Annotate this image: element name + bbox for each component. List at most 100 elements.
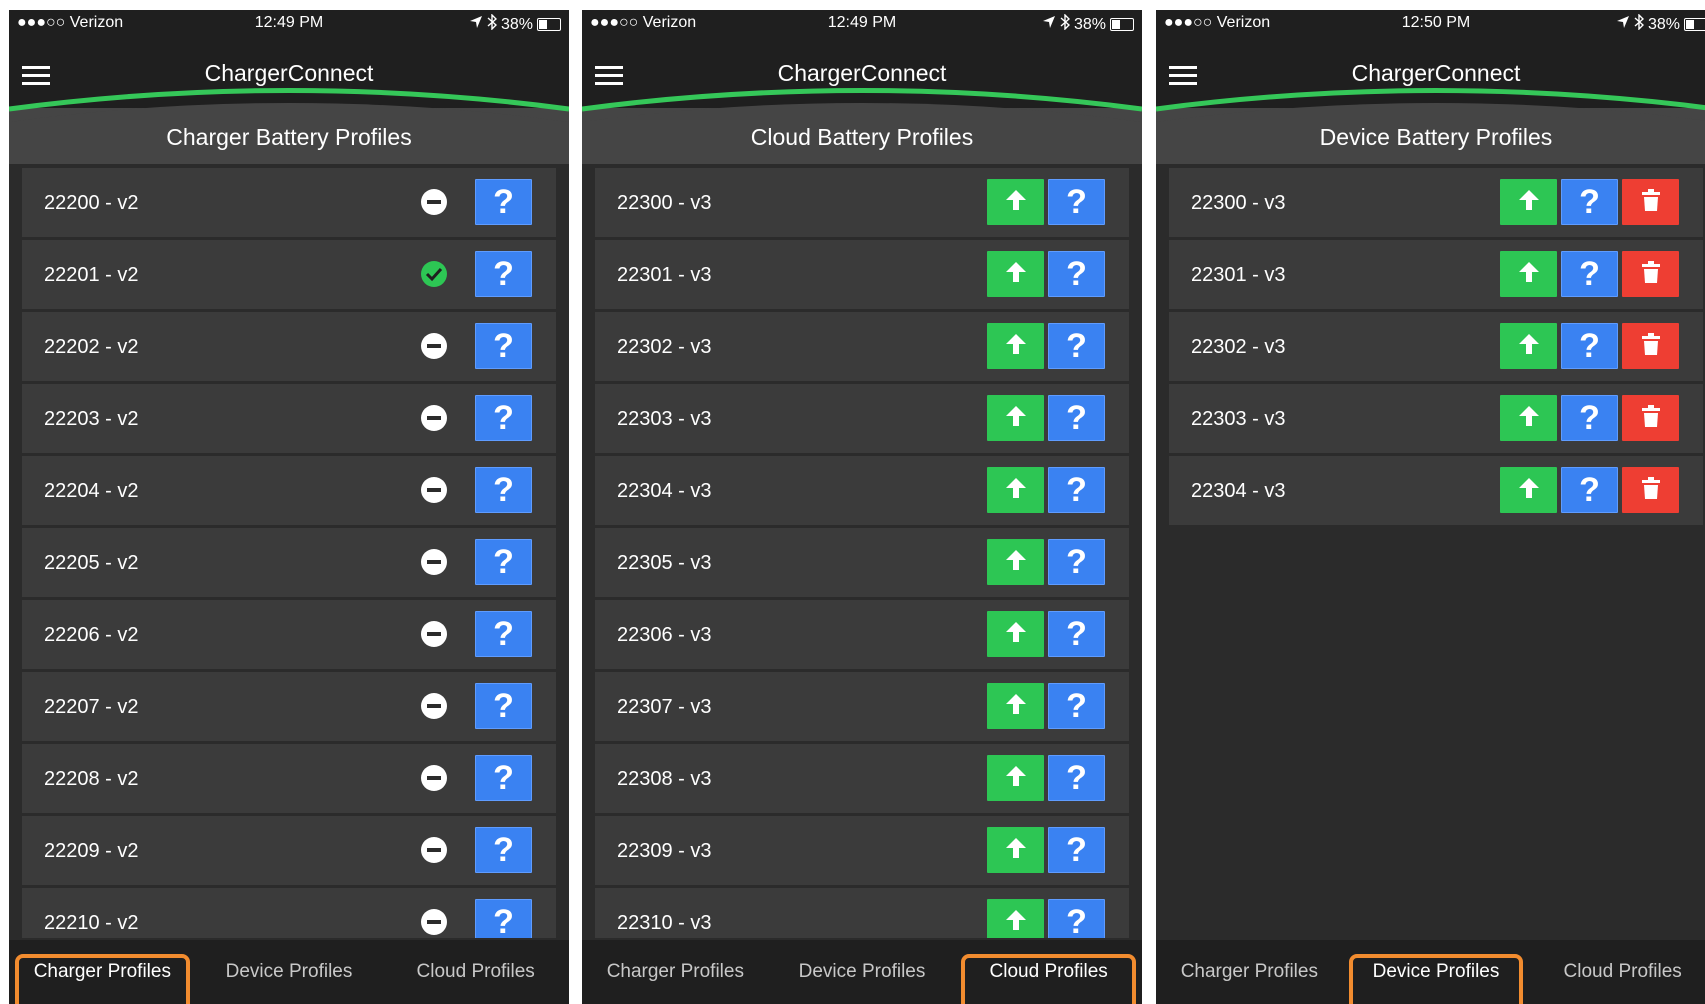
list-item: 22306 - v3? [595, 600, 1129, 669]
tab-cloud-profiles[interactable]: Cloud Profiles [1529, 940, 1705, 1004]
help-button[interactable]: ? [1048, 899, 1105, 938]
upload-button[interactable] [1500, 179, 1557, 225]
upload-button[interactable] [987, 539, 1044, 585]
arrow-up-icon [1004, 548, 1028, 577]
profile-name: 22206 - v2 [44, 624, 139, 646]
help-button[interactable]: ? [475, 323, 532, 369]
help-button[interactable]: ? [475, 467, 532, 513]
row-actions: ? [419, 467, 532, 513]
help-button[interactable]: ? [1048, 683, 1105, 729]
tab-label: Charger Profiles [33, 961, 171, 982]
help-button[interactable]: ? [1048, 251, 1105, 297]
help-button[interactable]: ? [1048, 755, 1105, 801]
tab-bar: Charger Profiles Device Profiles Cloud Pro… [9, 940, 569, 1004]
inactive-minus-icon [419, 763, 449, 793]
help-button[interactable]: ? [475, 827, 532, 873]
arrow-up-icon [1004, 620, 1028, 649]
tab-label: Cloud Profiles [1563, 961, 1682, 982]
profile-name: 22304 - v3 [1191, 480, 1286, 502]
list-item: 22300 - v3? [1169, 168, 1703, 237]
row-actions: ? [1500, 323, 1679, 369]
upload-button[interactable] [987, 683, 1044, 729]
help-button[interactable]: ? [475, 179, 532, 225]
help-button[interactable]: ? [475, 755, 532, 801]
profile-name: 22300 - v3 [617, 192, 712, 214]
help-button[interactable]: ? [1048, 827, 1105, 873]
profile-name: 22301 - v3 [617, 264, 712, 286]
tab-label: Device Profiles [225, 961, 353, 982]
help-button[interactable]: ? [1048, 395, 1105, 441]
upload-button[interactable] [987, 179, 1044, 225]
delete-button[interactable] [1622, 395, 1679, 441]
upload-button[interactable] [987, 899, 1044, 938]
upload-button[interactable] [1500, 395, 1557, 441]
help-button[interactable]: ? [1561, 323, 1618, 369]
profile-name: 22303 - v3 [1191, 408, 1286, 430]
help-button[interactable]: ? [475, 251, 532, 297]
upload-button[interactable] [987, 395, 1044, 441]
help-button[interactable]: ? [1561, 467, 1618, 513]
upload-button[interactable] [1500, 251, 1557, 297]
inactive-minus-icon [419, 835, 449, 865]
profile-list: 22300 - v3? 22301 - v3? 22302 - v3? 22303 -… [1169, 168, 1703, 938]
help-button[interactable]: ? [475, 683, 532, 729]
phone-screen: ●●●○○ Verizon 12:49 PM 38% ChargerConnect Ch… [9, 10, 569, 1004]
tab-charger-profiles[interactable]: Charger Profiles [582, 940, 769, 1004]
row-actions: ? [987, 395, 1105, 441]
help-button[interactable]: ? [1048, 467, 1105, 513]
upload-button[interactable] [987, 827, 1044, 873]
profile-name: 22307 - v3 [617, 696, 712, 718]
arrow-up-icon [1517, 332, 1541, 361]
trash-icon [1641, 260, 1661, 289]
upload-button[interactable] [987, 251, 1044, 297]
help-button[interactable]: ? [1048, 323, 1105, 369]
arrow-up-icon [1004, 836, 1028, 865]
tab-label: Charger Profiles [606, 961, 744, 982]
profile-name: 22310 - v3 [617, 912, 712, 934]
upload-button[interactable] [987, 755, 1044, 801]
tab-cloud-profiles[interactable]: Cloud Profiles [955, 940, 1142, 1004]
tab-cloud-profiles[interactable]: Cloud Profiles [382, 940, 569, 1004]
upload-button[interactable] [987, 467, 1044, 513]
help-button[interactable]: ? [1561, 251, 1618, 297]
row-actions: ? [1500, 179, 1679, 225]
list-item: 22206 - v2? [22, 600, 556, 669]
row-actions: ? [419, 683, 532, 729]
battery-percent: 38% [1073, 15, 1106, 33]
help-button[interactable]: ? [1048, 611, 1105, 657]
row-actions: ? [987, 251, 1105, 297]
upload-button[interactable] [987, 611, 1044, 657]
upload-button[interactable] [1500, 467, 1557, 513]
delete-button[interactable] [1622, 323, 1679, 369]
delete-button[interactable] [1622, 467, 1679, 513]
tab-device-profiles[interactable]: Device Profiles [196, 940, 383, 1004]
list-item: 22303 - v3? [1169, 384, 1703, 453]
help-button[interactable]: ? [1561, 179, 1618, 225]
delete-button[interactable] [1622, 179, 1679, 225]
help-button[interactable]: ? [475, 899, 532, 938]
delete-button[interactable] [1622, 251, 1679, 297]
row-actions: ? [987, 179, 1105, 225]
list-item: 22203 - v2? [22, 384, 556, 453]
row-actions: ? [987, 611, 1105, 657]
help-button[interactable]: ? [1561, 395, 1618, 441]
upload-button[interactable] [987, 323, 1044, 369]
help-button[interactable]: ? [1048, 539, 1105, 585]
tab-device-profiles[interactable]: Device Profiles [1343, 940, 1530, 1004]
help-button[interactable]: ? [475, 539, 532, 585]
help-button[interactable]: ? [1048, 179, 1105, 225]
row-actions: ? [419, 755, 532, 801]
inactive-minus-icon [419, 475, 449, 505]
tab-device-profiles[interactable]: Device Profiles [769, 940, 956, 1004]
help-button[interactable]: ? [475, 395, 532, 441]
upload-button[interactable] [1500, 323, 1557, 369]
tab-label: Cloud Profiles [416, 961, 535, 982]
tab-charger-profiles[interactable]: Charger Profiles [1156, 940, 1343, 1004]
inactive-minus-icon [419, 331, 449, 361]
row-actions: ? [1500, 467, 1679, 513]
trash-icon [1641, 332, 1661, 361]
tab-charger-profiles[interactable]: Charger Profiles [9, 940, 196, 1004]
tab-bar: Charger Profiles Device Profiles Cloud Pro… [582, 940, 1142, 1004]
profile-name: 22302 - v3 [1191, 336, 1286, 358]
help-button[interactable]: ? [475, 611, 532, 657]
